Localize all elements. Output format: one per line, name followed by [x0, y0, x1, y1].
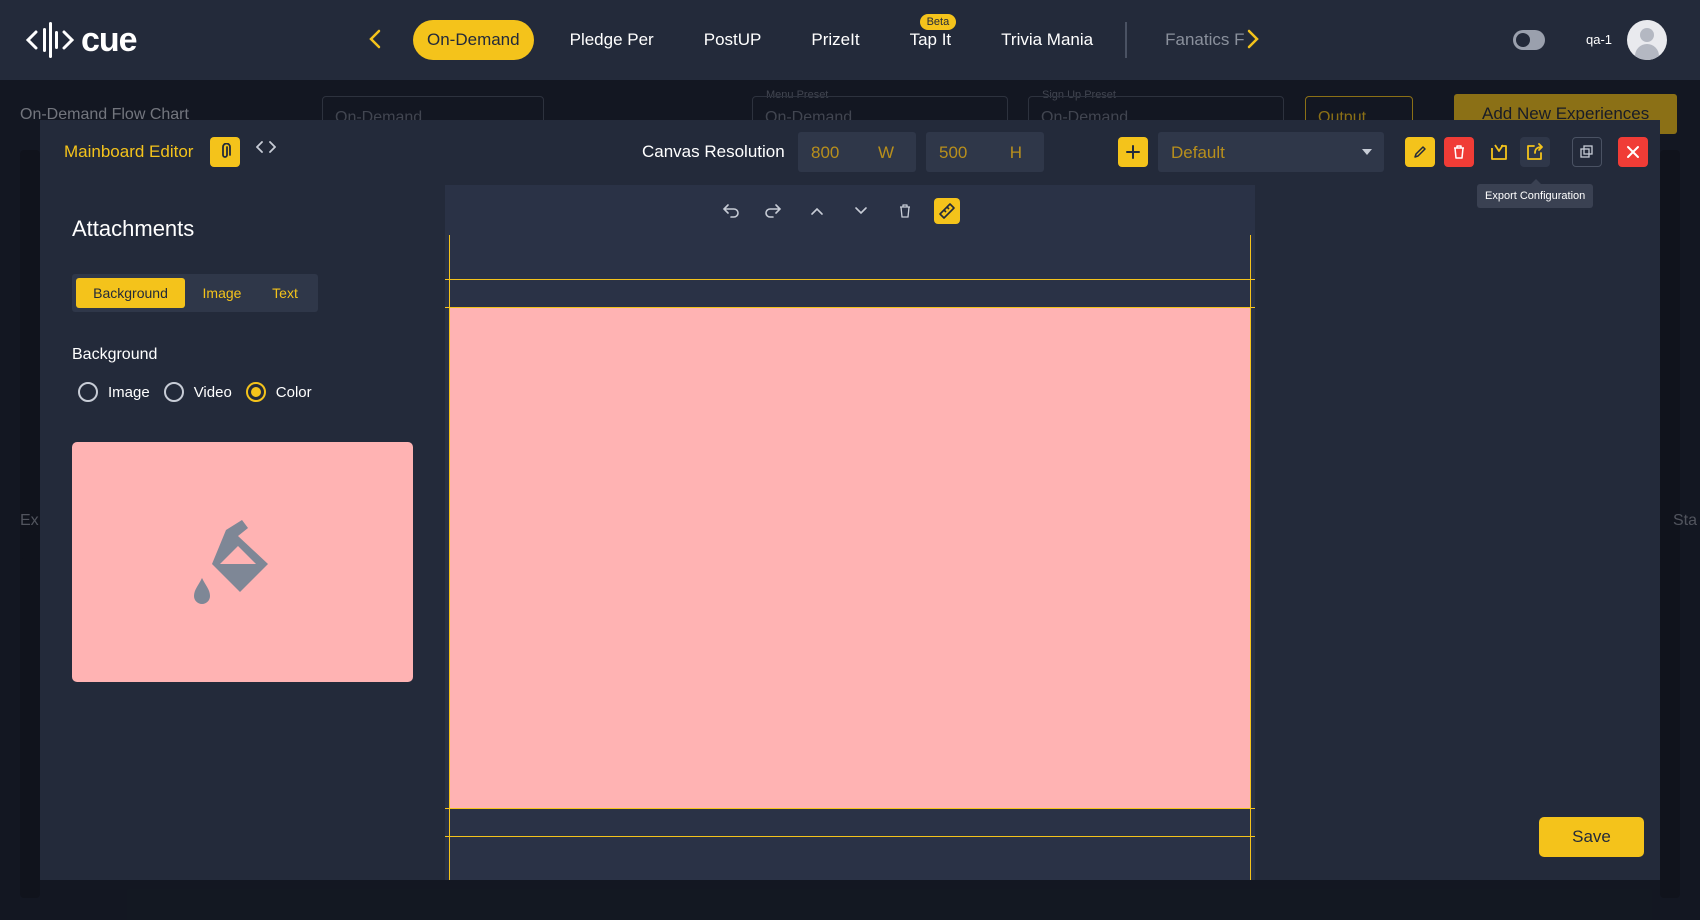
export-tooltip: Export Configuration [1477, 179, 1594, 208]
beta-badge: Beta [919, 14, 957, 30]
preset-select-value: Default [1171, 143, 1225, 162]
canvas-width-input[interactable]: 800 W [798, 132, 916, 172]
tab-text[interactable]: Text [255, 278, 315, 308]
canvas-width-value: 800 [811, 143, 840, 162]
copy-icon [1580, 145, 1593, 158]
export-configuration-button[interactable] [1520, 137, 1550, 167]
radio-color[interactable]: Color [245, 382, 312, 402]
redo-icon[interactable] [760, 198, 786, 224]
tab-tap-it[interactable]: Beta Tap It [896, 14, 966, 60]
radio-image[interactable]: Image [78, 382, 150, 402]
avatar[interactable] [1627, 20, 1667, 60]
attachment-paperclip-button[interactable] [210, 137, 240, 167]
ruler-icon[interactable] [934, 198, 960, 224]
tab-tap-it-label: Tap It [909, 30, 952, 49]
user-name: qa-1 [1586, 32, 1613, 47]
close-modal-button[interactable] [1618, 137, 1648, 167]
delete-layer-icon[interactable] [892, 198, 918, 224]
send-backward-icon[interactable] [848, 198, 874, 224]
modal-title: Mainboard Editor [64, 142, 194, 161]
canvas-resolution-label: Canvas Resolution [642, 142, 785, 161]
close-icon [1627, 146, 1639, 158]
bring-forward-icon[interactable] [804, 198, 830, 224]
add-preset-button[interactable] [1118, 137, 1148, 167]
import-configuration-button[interactable] [1484, 137, 1514, 167]
radio-image-label: Image [108, 383, 150, 401]
theme-toggle-icon[interactable] [1513, 30, 1545, 50]
paperclip-icon [222, 143, 231, 158]
preset-select[interactable]: Default [1158, 132, 1384, 172]
tab-background[interactable]: Background [76, 278, 185, 308]
caret-down-icon [1362, 149, 1372, 155]
tab-on-demand[interactable]: On-Demand [413, 20, 534, 60]
guide-horizontal-3 [445, 808, 1255, 809]
radio-video-label: Video [193, 383, 232, 401]
code-toggle-icon[interactable] [255, 140, 277, 159]
experience-tabs: On-Demand Pledge Per PostUP PrizeIt Beta… [413, 14, 1252, 60]
export-icon [1527, 143, 1543, 160]
tab-pledge-per[interactable]: Pledge Per [556, 20, 668, 60]
canvas-area [445, 185, 1255, 880]
mainboard-editor-modal: Mainboard Editor Canvas Resolution 800 W… [40, 120, 1660, 880]
radio-image-dot[interactable] [78, 382, 98, 402]
tab-postup[interactable]: PostUP [690, 20, 776, 60]
radio-video[interactable]: Video [163, 382, 232, 402]
tab-trivia-mania[interactable]: Trivia Mania [987, 20, 1107, 60]
top-nav: cue On-Demand Pledge Per PostUP PrizeIt … [0, 0, 1700, 80]
canvas-width-unit: W [877, 143, 894, 162]
edit-preset-button[interactable] [1405, 137, 1435, 167]
attachments-title: Attachments [72, 216, 195, 241]
tab-fanatics[interactable]: Fanatics F [1151, 20, 1252, 60]
editor-canvas[interactable] [450, 308, 1250, 808]
background-color-picker[interactable] [72, 442, 413, 682]
logo-waveform-icon [24, 20, 75, 60]
logo[interactable]: cue [24, 20, 138, 60]
save-button[interactable]: Save [1539, 817, 1644, 857]
nav-prev-chevron-icon[interactable] [363, 26, 389, 52]
guide-horizontal-4 [445, 836, 1255, 837]
import-icon [1491, 144, 1507, 160]
logo-text: cue [81, 20, 138, 59]
tab-prizeit[interactable]: PrizeIt [797, 20, 873, 60]
background-heading: Background [72, 346, 158, 363]
guide-horizontal-1 [445, 279, 1255, 280]
paint-bucket-icon [194, 520, 268, 604]
canvas-height-value: 500 [939, 143, 968, 162]
duplicate-button[interactable] [1572, 137, 1602, 167]
undo-icon[interactable] [718, 198, 744, 224]
radio-color-label: Color [275, 383, 312, 401]
delete-preset-button[interactable] [1444, 137, 1474, 167]
canvas-height-unit: H [1009, 143, 1022, 162]
nav-divider [1125, 22, 1128, 58]
tab-image[interactable]: Image [189, 278, 255, 308]
radio-video-dot[interactable] [163, 382, 184, 402]
attachment-type-tabs: Background Image Text [72, 274, 318, 312]
nav-next-chevron-icon[interactable] [1239, 26, 1265, 52]
canvas-height-input[interactable]: 500 H [926, 132, 1044, 172]
guide-vertical-right [1250, 235, 1251, 880]
trash-icon [1454, 145, 1464, 159]
plus-icon [1126, 145, 1140, 159]
pencil-icon [1414, 146, 1426, 158]
radio-color-dot[interactable] [245, 382, 266, 402]
background-type-radios: Image Video Color [78, 382, 326, 402]
